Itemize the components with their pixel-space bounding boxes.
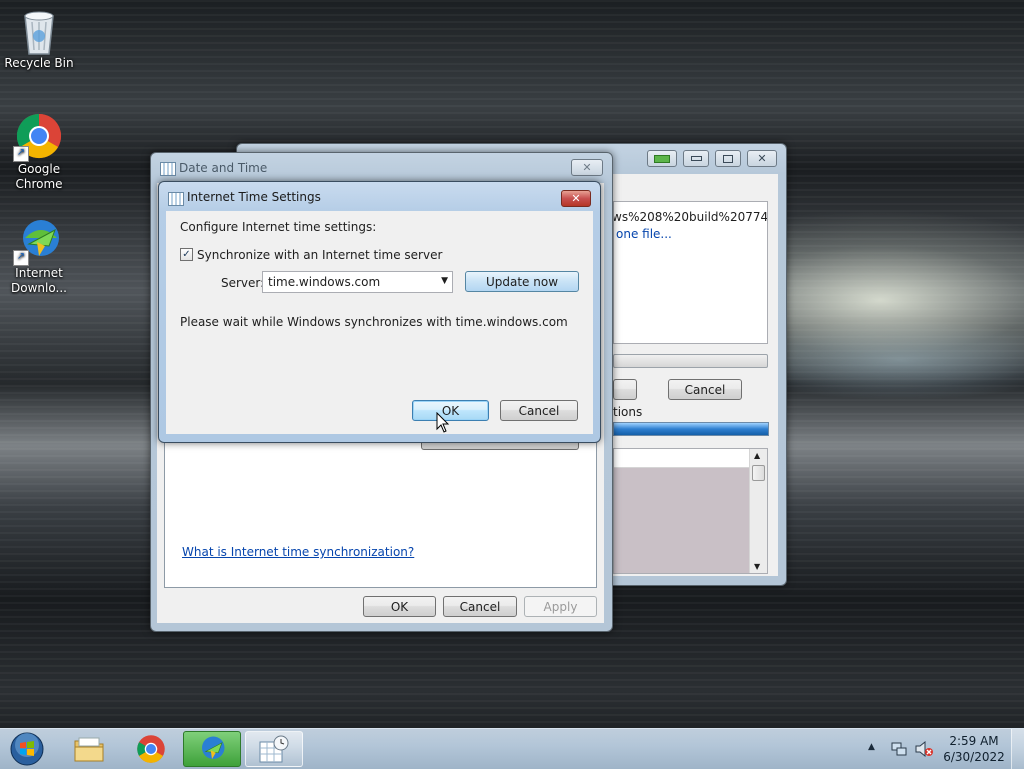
- status-text: Please wait while Windows synchronizes w…: [180, 315, 568, 329]
- minimize-icon: [690, 156, 702, 161]
- checkmark-icon: ✓: [182, 249, 191, 260]
- server-combobox-value[interactable]: time.windows.com: [268, 275, 380, 289]
- taskbar-file-explorer[interactable]: [60, 731, 118, 767]
- window-green-arrow-button[interactable]: [647, 150, 677, 167]
- start-button[interactable]: [0, 731, 54, 767]
- shortcut-arrow-icon: ↗: [13, 250, 29, 266]
- blank-button[interactable]: [613, 379, 637, 400]
- desktop-icon-google-chrome[interactable]: ↗ Google Chrome: [1, 112, 77, 192]
- details-list: ▲ ▼: [613, 448, 768, 574]
- minimize-button[interactable]: [683, 150, 709, 167]
- tab-page: What is Internet time synchronization?: [164, 436, 597, 588]
- taskbar-internet-download-manager[interactable]: [183, 731, 241, 767]
- desktop-icon-label: Internet Downlo...: [11, 266, 67, 295]
- scroll-up-icon[interactable]: ▲: [754, 451, 760, 460]
- clock-date: 6/30/2022: [943, 750, 1005, 764]
- close-button[interactable]: ✕: [747, 150, 777, 167]
- chrome-icon: [137, 735, 165, 763]
- internet-time-settings-window: Internet Time Settings ✕ Configure Inter…: [158, 181, 601, 443]
- close-button[interactable]: ✕: [561, 190, 591, 207]
- idm-icon: [202, 736, 225, 759]
- ok-button[interactable]: OK: [412, 400, 489, 421]
- close-icon: ✕: [582, 161, 592, 174]
- close-icon: ✕: [757, 152, 767, 165]
- close-icon: ✕: [571, 192, 581, 205]
- clock-time: 2:59 AM: [949, 734, 999, 748]
- mouse-cursor-icon: [436, 412, 450, 433]
- windows-start-orb-icon: [10, 732, 44, 766]
- sync-checkbox-label[interactable]: Synchronize with an Internet time server: [197, 248, 442, 262]
- vertical-scrollbar[interactable]: ▲ ▼: [749, 449, 767, 573]
- date-time-icon: [160, 162, 176, 176]
- taskbar-google-chrome[interactable]: [122, 731, 180, 767]
- volume-muted-icon[interactable]: [914, 740, 934, 758]
- chevron-down-icon[interactable]: ▼: [441, 276, 448, 286]
- maximize-button[interactable]: [715, 150, 741, 167]
- internet-time-client: Configure Internet time settings: ✓ Sync…: [166, 211, 593, 434]
- desktop-icon-label: Recycle Bin: [4, 56, 74, 70]
- sync-checkbox[interactable]: ✓: [180, 248, 193, 261]
- scroll-down-icon[interactable]: ▼: [754, 562, 760, 571]
- calendar-clock-icon: [259, 735, 289, 763]
- network-icon[interactable]: [890, 740, 908, 758]
- green-arrow-icon: [654, 154, 670, 163]
- window-title: Date and Time: [179, 161, 268, 175]
- server-label: Server:: [221, 276, 265, 290]
- desktop-icon-internet-download-manager[interactable]: ↗ Internet Downlo...: [1, 216, 77, 296]
- idm-icon: ↗: [13, 216, 63, 266]
- folder-icon: [74, 737, 104, 762]
- desktop-icon-recycle-bin[interactable]: Recycle Bin: [1, 6, 77, 71]
- desktop-icon-label: Google Chrome: [15, 162, 63, 191]
- show-desktop-button[interactable]: [1011, 729, 1024, 769]
- cancel-button[interactable]: Cancel: [443, 596, 517, 617]
- open-file-link[interactable]: one file...: [616, 227, 672, 241]
- maximize-icon: [723, 154, 733, 163]
- taskbar: ▲ 2:59 AM 6/30/2022: [0, 728, 1024, 769]
- update-now-button[interactable]: Update now: [465, 271, 579, 292]
- details-list-body: [614, 468, 749, 573]
- shortcut-arrow-icon: ↗: [13, 146, 29, 162]
- internet-time-icon: [168, 192, 184, 206]
- clock[interactable]: 2:59 AM 6/30/2022: [938, 733, 1010, 765]
- taskbar-date-and-time[interactable]: [245, 731, 303, 767]
- show-hidden-icons-button[interactable]: ▲: [868, 742, 875, 752]
- internet-time-help-link[interactable]: What is Internet time synchronization?: [182, 545, 414, 559]
- settings-heading: Configure Internet time settings:: [180, 220, 377, 234]
- close-button[interactable]: ✕: [571, 159, 603, 176]
- apply-button: Apply: [524, 596, 597, 617]
- scroll-thumb[interactable]: [752, 465, 765, 481]
- chrome-icon: ↗: [13, 112, 63, 162]
- progress-track: [613, 354, 768, 368]
- blue-progress-bar: [613, 422, 769, 436]
- recycle-bin-icon: [15, 6, 63, 55]
- options-label[interactable]: tions: [613, 405, 642, 419]
- ok-button[interactable]: OK: [363, 596, 436, 617]
- cancel-button[interactable]: Cancel: [500, 400, 578, 421]
- bg-cancel-button[interactable]: Cancel: [668, 379, 742, 400]
- url-text: ws%208%20build%207746.i: [613, 210, 768, 224]
- server-combobox[interactable]: time.windows.com ▼: [262, 271, 453, 293]
- url-box: ws%208%20build%207746.i one file...: [613, 201, 768, 344]
- window-title: Internet Time Settings: [187, 190, 321, 204]
- details-list-header: [614, 449, 749, 468]
